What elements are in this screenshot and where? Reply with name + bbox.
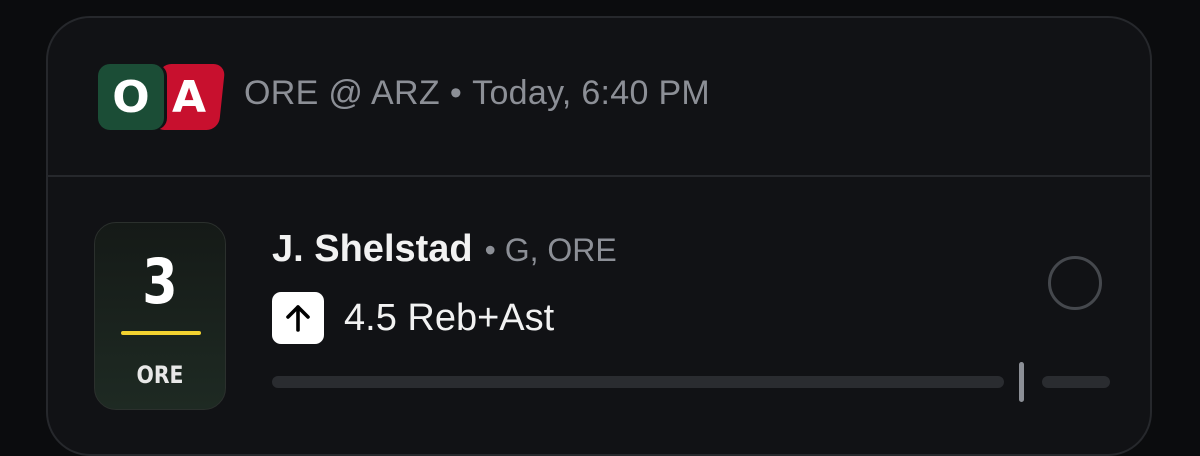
select-radio[interactable] — [1048, 256, 1102, 310]
arrow-up-glyph — [286, 305, 310, 332]
game-info: ORE @ ARZ • Today, 6:40 PM — [244, 74, 710, 113]
player-meta: • G, ORE — [485, 232, 617, 268]
jersey-badge: 3 ORE — [94, 222, 226, 410]
player-line: J. Shelstad • G, ORE — [272, 228, 617, 271]
matchup-text: ORE @ ARZ — [244, 74, 440, 112]
arrow-up-icon[interactable] — [272, 292, 324, 344]
pick-line-text: 4.5 Reb+Ast — [344, 296, 555, 339]
progress-track — [272, 376, 1004, 388]
pick-line: 4.5 Reb+Ast — [272, 292, 554, 344]
divider — [48, 175, 1150, 177]
separator-dot: • — [449, 74, 463, 112]
jersey-accent-line — [121, 331, 201, 335]
away-team-logo-letter: O — [112, 71, 150, 123]
away-team-logo: O — [98, 64, 164, 130]
jersey-number: 3 — [142, 245, 178, 318]
team-logos: O A — [98, 64, 226, 132]
meta-separator-dot: • — [484, 232, 496, 268]
line-marker — [1019, 362, 1024, 402]
jersey-team: ORE — [136, 361, 184, 389]
player-position-team: G, ORE — [504, 232, 617, 268]
game-time: Today, 6:40 PM — [472, 74, 711, 112]
game-header: O A ORE @ ARZ • Today, 6:40 PM — [48, 18, 1150, 176]
player-name[interactable]: J. Shelstad — [272, 228, 473, 270]
prop-card[interactable]: O A ORE @ ARZ • Today, 6:40 PM 3 ORE J. Sh… — [46, 16, 1152, 456]
progress-track-tail — [1042, 376, 1110, 388]
home-team-logo-letter: A — [171, 71, 207, 123]
